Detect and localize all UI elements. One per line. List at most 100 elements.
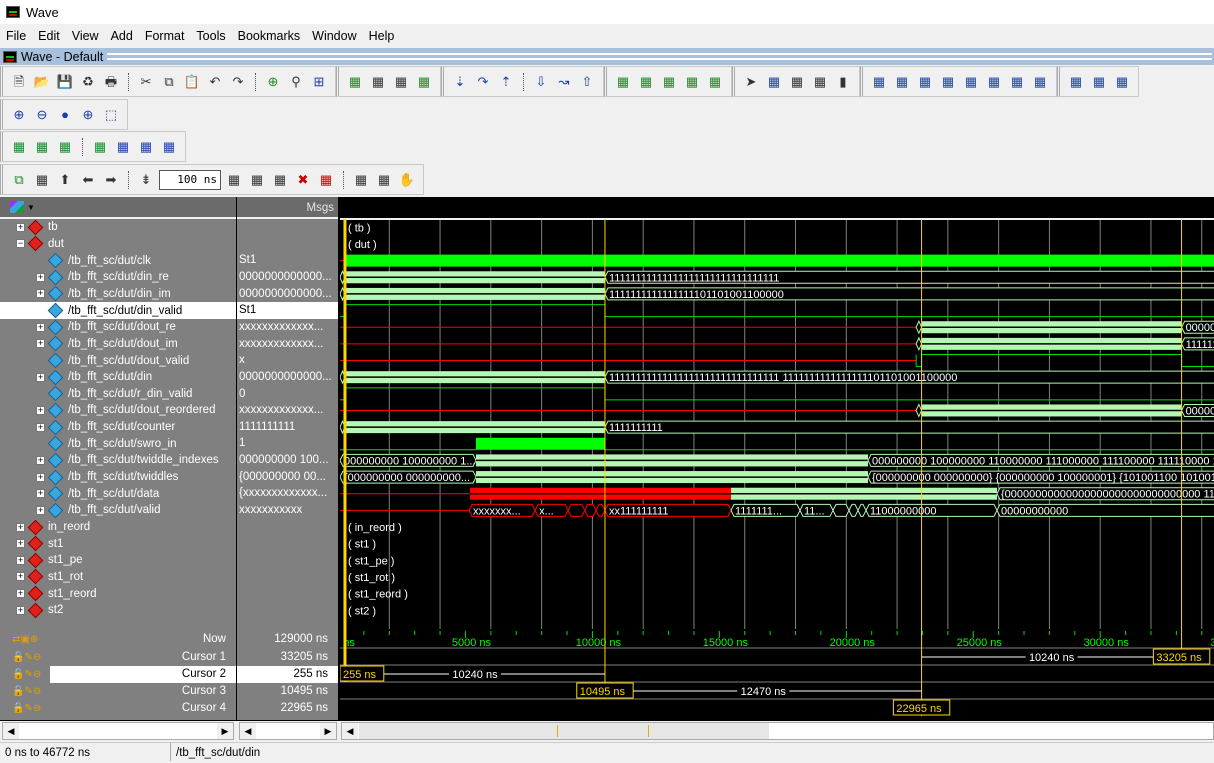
expand-icon[interactable]: + xyxy=(16,572,25,582)
wave-pulse-icon[interactable]: ▦ xyxy=(32,137,52,157)
step-into-icon[interactable]: ⇣ xyxy=(450,72,470,92)
left-arrow-icon[interactable]: ⬅ xyxy=(78,170,98,190)
dropdown-arrow-icon[interactable]: ▼ xyxy=(27,203,35,212)
expand-more-icon[interactable]: ▦ xyxy=(1112,72,1132,92)
drag-grip[interactable] xyxy=(107,53,1212,60)
undo-icon[interactable]: ↶ xyxy=(205,72,225,92)
signal-group-row[interactable]: + in_reord xyxy=(0,519,236,536)
cursor-value-2[interactable]: 255 ns xyxy=(237,666,338,683)
signal-group-row[interactable]: + st2 xyxy=(0,602,236,619)
cursor-row-3[interactable]: 🔓✎⊖ Cursor 3 xyxy=(0,683,236,700)
expand-icon[interactable]: + xyxy=(36,372,45,382)
find-icon[interactable]: ⚲ xyxy=(286,72,306,92)
measure-icon[interactable]: ▦ xyxy=(810,72,830,92)
scroll-left-icon[interactable]: ◀ xyxy=(3,723,19,739)
cursor-lock-icons[interactable]: 🔓✎⊖ xyxy=(12,666,50,683)
signal-row[interactable]: + /tb_fft_sc/dut/din xyxy=(0,369,236,386)
zoom-region-icon[interactable]: ⬚ xyxy=(101,105,121,125)
expand-icon[interactable]: + xyxy=(36,322,45,332)
expand-icon[interactable]: + xyxy=(36,455,45,465)
scroll-right-icon[interactable]: ▶ xyxy=(217,723,233,739)
signal-group-row[interactable]: + tb xyxy=(0,219,236,236)
expand-right-icon[interactable]: ▦ xyxy=(1066,72,1086,92)
signal-row[interactable]: + /tb_fft_sc/dut/dout_reordered xyxy=(0,402,236,419)
run-continue-icon[interactable]: ▦ xyxy=(224,170,244,190)
run-all-icon[interactable]: ▦ xyxy=(247,170,267,190)
add-icon[interactable]: ⊕ xyxy=(263,72,283,92)
edge-5-icon[interactable]: ▦ xyxy=(961,72,981,92)
select-pointer-icon[interactable]: ➤ xyxy=(741,72,761,92)
collapse-icon[interactable]: ▦ xyxy=(1089,72,1109,92)
cut-icon[interactable]: ✂ xyxy=(136,72,156,92)
edge-2-icon[interactable]: ▦ xyxy=(892,72,912,92)
zoom-cursor-icon[interactable]: ⊕ xyxy=(78,105,98,125)
restart-icon[interactable]: ▦ xyxy=(316,170,336,190)
run-icon[interactable]: ⇟ xyxy=(136,170,156,190)
menu-view[interactable]: View xyxy=(66,29,105,43)
signal-row[interactable]: /tb_fft_sc/dut/clk xyxy=(0,252,236,269)
paste-icon[interactable]: 📋 xyxy=(182,72,202,92)
wave-multi-icon[interactable]: ▦ xyxy=(55,137,75,157)
cursor-lock-icons[interactable]: 🔓✎⊖ xyxy=(12,649,50,666)
expand-icon[interactable]: + xyxy=(36,289,45,299)
wave-step-3-icon[interactable]: ▦ xyxy=(159,137,179,157)
sort-icon[interactable]: ▦ xyxy=(32,170,52,190)
menu-format[interactable]: Format xyxy=(139,29,191,43)
expand-icon[interactable]: + xyxy=(16,605,25,615)
expand-icon[interactable]: + xyxy=(16,555,25,565)
delete-wave-icon[interactable]: ▦ xyxy=(414,72,434,92)
expand-icon[interactable]: + xyxy=(16,539,25,549)
scroll-thumb[interactable] xyxy=(359,723,769,739)
stop-icon[interactable]: ✖ xyxy=(293,170,313,190)
signal-row[interactable]: + /tb_fft_sc/dut/counter xyxy=(0,419,236,436)
right-arrow-icon[interactable]: ➡ xyxy=(101,170,121,190)
expand-icon[interactable]: + xyxy=(36,472,45,482)
signal-row[interactable]: + /tb_fft_sc/dut/dout_im xyxy=(0,336,236,353)
profile-p-icon[interactable]: ▦ xyxy=(351,170,371,190)
edge-8-icon[interactable]: ▦ xyxy=(1030,72,1050,92)
signal-row[interactable]: /tb_fft_sc/dut/dout_valid xyxy=(0,352,236,369)
cursor-value-4[interactable]: 22965 ns xyxy=(237,700,338,717)
insert-wave-icon[interactable]: ▦ xyxy=(345,72,365,92)
zoom-in-icon[interactable]: ⊕ xyxy=(9,105,29,125)
edge-7-icon[interactable]: ▦ xyxy=(1007,72,1027,92)
zoom-mode-icon[interactable]: ▦ xyxy=(764,72,784,92)
edge-6-icon[interactable]: ▦ xyxy=(984,72,1004,92)
signal-group-row[interactable]: + st1_rot xyxy=(0,569,236,586)
dotted-grid-icon[interactable]: ▦ xyxy=(368,72,388,92)
cursor-value-3[interactable]: 10495 ns xyxy=(237,683,338,700)
cursor-value-1[interactable]: 33205 ns xyxy=(237,649,338,666)
name-pane-scrollbar[interactable]: ◀ ▶ xyxy=(2,722,234,740)
traffic-light-icon[interactable]: ▮ xyxy=(833,72,853,92)
expand-icon[interactable]: + xyxy=(36,272,45,282)
signal-group-row[interactable]: − dut xyxy=(0,236,236,253)
profile-m-icon[interactable]: ▦ xyxy=(374,170,394,190)
pan-mode-icon[interactable]: ▦ xyxy=(787,72,807,92)
scroll-right-icon[interactable]: ▶ xyxy=(320,723,336,739)
cursor-row-4[interactable]: 🔓✎⊖ Cursor 4 xyxy=(0,700,236,717)
link-icon[interactable]: ⧉ xyxy=(9,170,29,190)
document-tab-bar[interactable]: Wave - Default xyxy=(0,48,1214,65)
expand-icon[interactable]: + xyxy=(36,405,45,415)
up-arrow-icon[interactable]: ⬆ xyxy=(55,170,75,190)
cursor-timeline[interactable]: 0 ns 5000 ns 10000 ns 15000 ns 20000 ns 25000… xyxy=(340,629,1214,720)
cursor-lock-icons[interactable]: 🔓✎⊖ xyxy=(12,683,50,700)
signal-type-menu-icon[interactable] xyxy=(10,201,24,213)
menu-bookmarks[interactable]: Bookmarks xyxy=(232,29,307,43)
edge-3-icon[interactable]: ▦ xyxy=(915,72,935,92)
signal-row[interactable]: + /tb_fft_sc/dut/twiddles xyxy=(0,469,236,486)
signal-row[interactable]: /tb_fft_sc/dut/r_din_valid xyxy=(0,386,236,403)
new-icon[interactable]: 🗎 xyxy=(9,72,29,92)
copy-icon[interactable]: ⧉ xyxy=(159,72,179,92)
waveform-canvas[interactable]: ( tb )( dut )111111111111111111111111111… xyxy=(340,197,1214,629)
signal-row[interactable]: + /tb_fft_sc/dut/din_re xyxy=(0,269,236,286)
edge-1-icon[interactable]: ▦ xyxy=(869,72,889,92)
cursor-lock-icons[interactable]: 🔓✎⊖ xyxy=(12,700,50,717)
value-pane-scrollbar[interactable]: ◀ ▶ xyxy=(239,722,337,740)
scroll-left-icon[interactable]: ◀ xyxy=(240,723,256,739)
step-out-icon[interactable]: ⇡ xyxy=(496,72,516,92)
break-icon[interactable]: ▦ xyxy=(270,170,290,190)
menu-file[interactable]: File xyxy=(0,29,32,43)
expand-icon[interactable]: + xyxy=(16,589,25,599)
jump-icon[interactable]: ↝ xyxy=(554,72,574,92)
